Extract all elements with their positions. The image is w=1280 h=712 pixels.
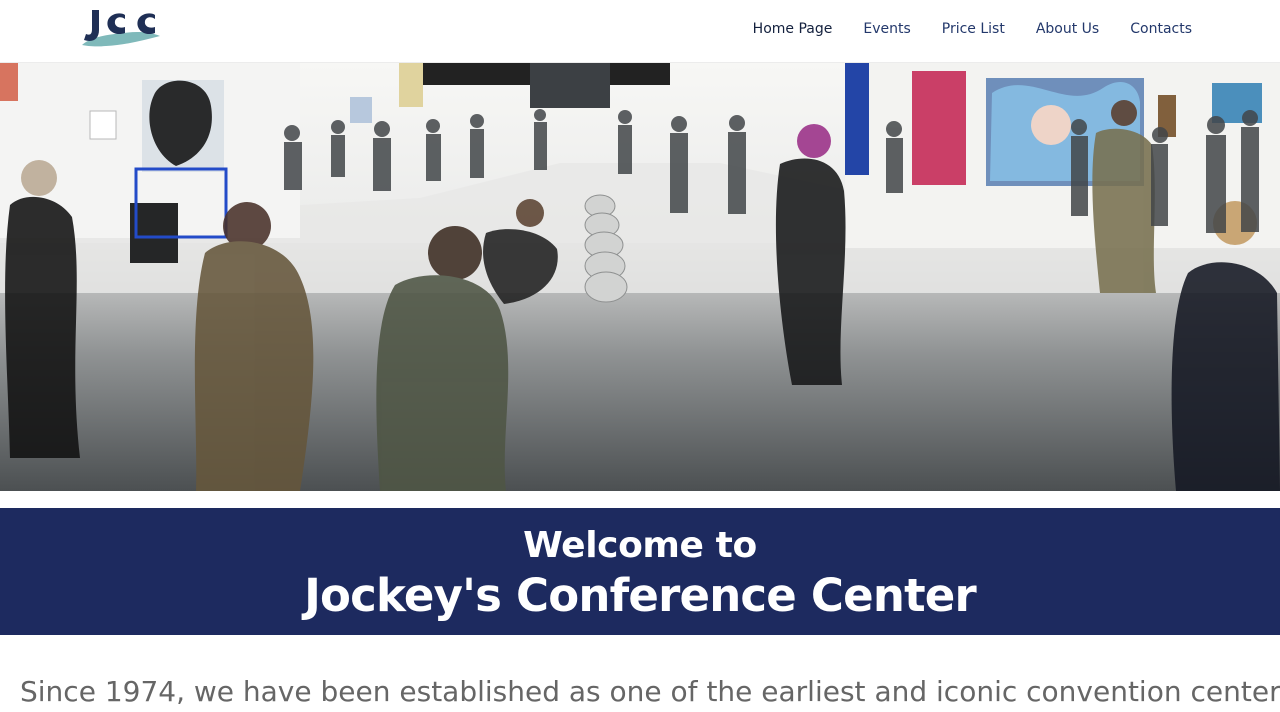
hero-image bbox=[0, 63, 1280, 491]
nav-events[interactable]: Events bbox=[863, 18, 910, 40]
jcc-logo-mark bbox=[82, 10, 160, 47]
nav-home-page[interactable]: Home Page bbox=[753, 18, 833, 40]
welcome-heading-line-2: Jockey's Conference Center bbox=[304, 569, 977, 622]
site-header: Home Page Events Price List About Us Con… bbox=[0, 0, 1280, 63]
intro-paragraph: Since 1974, we have been established as … bbox=[20, 675, 1280, 708]
nav-price-list[interactable]: Price List bbox=[942, 18, 1005, 40]
welcome-banner: Welcome to Jockey's Conference Center bbox=[0, 508, 1280, 635]
exhibition-photo-illustration bbox=[0, 63, 1280, 491]
nav-contacts[interactable]: Contacts bbox=[1130, 18, 1192, 40]
welcome-heading-line-1: Welcome to bbox=[523, 525, 757, 566]
nav-about-us[interactable]: About Us bbox=[1036, 18, 1099, 40]
main-navigation: Home Page Events Price List About Us Con… bbox=[753, 18, 1192, 40]
jcc-logo[interactable] bbox=[80, 5, 162, 47]
